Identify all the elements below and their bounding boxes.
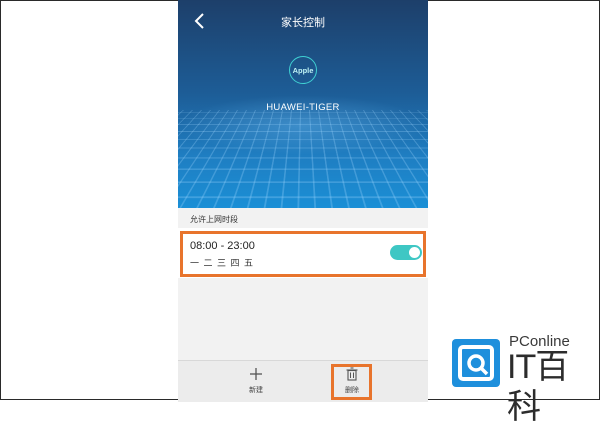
device-logo-badge: Apple xyxy=(289,56,317,84)
page-title: 家长控制 xyxy=(281,17,325,29)
schedule-highlight-box xyxy=(180,231,426,277)
plus-icon xyxy=(249,367,263,381)
section-label: 允许上网时段 xyxy=(190,215,238,224)
new-button[interactable]: 新建 xyxy=(236,367,276,395)
watermark-brand-big: IT百科 xyxy=(507,348,569,426)
header-banner: 家长控制 Apple HUAWEI-TIGER xyxy=(178,0,428,208)
watermark-logo: PConline IT百科 xyxy=(452,333,600,426)
new-label: 新建 xyxy=(249,387,263,394)
phone-screen: 家长控制 Apple HUAWEI-TIGER 允许上网时段 08:00 - 2… xyxy=(178,0,428,402)
device-name: HUAWEI-TIGER xyxy=(266,102,340,113)
banner-grid xyxy=(178,110,428,208)
search-logo-icon xyxy=(452,339,500,387)
delete-highlight-box xyxy=(331,364,372,400)
bottom-action-bar: 新建 删除 xyxy=(178,360,428,402)
